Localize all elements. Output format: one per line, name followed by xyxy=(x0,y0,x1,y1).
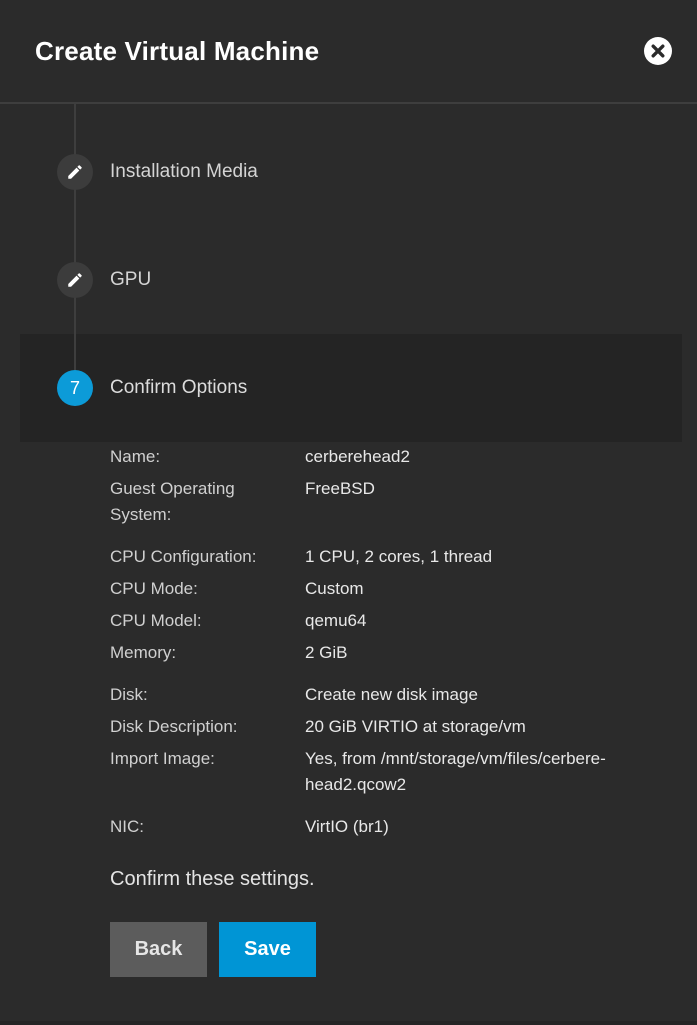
summary-row-guest-operating-system: Guest Operating System: FreeBSD xyxy=(110,476,640,528)
summary-row-import-image: Import Image: Yes, from /mnt/storage/vm/f… xyxy=(110,746,640,798)
summary-label: Guest Operating System: xyxy=(110,476,260,528)
summary-row-disk-description: Disk Description: 20 GiB VIRTIO at storag… xyxy=(110,714,640,740)
summary-value: cerberehead2 xyxy=(305,444,640,470)
summary-label: CPU Configuration: xyxy=(110,544,260,570)
action-buttons: Back Save xyxy=(110,922,640,977)
summary-label: Import Image: xyxy=(110,746,260,798)
summary-label: Name: xyxy=(110,444,260,470)
back-button[interactable]: Back xyxy=(110,922,207,977)
stepper-connector-line xyxy=(74,104,76,370)
summary-value: FreeBSD xyxy=(305,476,640,528)
dialog-header: Create Virtual Machine xyxy=(0,0,697,104)
summary-value: qemu64 xyxy=(305,608,640,634)
summary-row-nic: NIC: VirtIO (br1) xyxy=(110,814,640,840)
stepper-step-gpu[interactable]: GPU xyxy=(0,226,697,334)
summary-section: Name: cerberehead2 Guest Operating System:… xyxy=(110,444,640,528)
summary-row-cpu-mode: CPU Mode: Custom xyxy=(110,576,640,602)
create-vm-dialog: Create Virtual Machine Installation Medi… xyxy=(0,0,697,1025)
summary-section: NIC: VirtIO (br1) xyxy=(110,814,640,840)
close-icon xyxy=(644,37,672,65)
step-number: 7 xyxy=(70,378,80,399)
summary-value: Create new disk image xyxy=(305,682,640,708)
summary-value: 2 GiB xyxy=(305,640,640,666)
close-button[interactable] xyxy=(644,37,672,65)
edit-pencil-icon xyxy=(57,262,93,298)
stepper-step-installation-media[interactable]: Installation Media xyxy=(0,118,697,226)
step-label: GPU xyxy=(110,269,151,291)
summary-value: VirtIO (br1) xyxy=(305,814,640,840)
step-label: Installation Media xyxy=(110,161,258,183)
summary-row-memory: Memory: 2 GiB xyxy=(110,640,640,666)
confirm-options-panel: Name: cerberehead2 Guest Operating System:… xyxy=(0,442,697,977)
summary-label: Disk Description: xyxy=(110,714,260,740)
confirm-settings-text: Confirm these settings. xyxy=(110,868,640,891)
summary-row-disk: Disk: Create new disk image xyxy=(110,682,640,708)
summary-label: Disk: xyxy=(110,682,260,708)
dialog-title: Create Virtual Machine xyxy=(35,36,319,67)
stepper-step-confirm-options[interactable]: 7 Confirm Options xyxy=(20,334,682,442)
summary-value: Yes, from /mnt/storage/vm/files/cerbere-… xyxy=(305,746,640,798)
summary-row-cpu-model: CPU Model: qemu64 xyxy=(110,608,640,634)
summary-section: CPU Configuration: 1 CPU, 2 cores, 1 thre… xyxy=(110,544,640,666)
summary-label: CPU Model: xyxy=(110,608,260,634)
summary-value: 20 GiB VIRTIO at storage/vm xyxy=(305,714,640,740)
save-button[interactable]: Save xyxy=(219,922,316,977)
summary-row-name: Name: cerberehead2 xyxy=(110,444,640,470)
step-number-badge: 7 xyxy=(57,370,93,406)
vm-wizard-stepper: Installation Media GPU 7 Confirm Options xyxy=(0,104,697,442)
summary-value: Custom xyxy=(305,576,640,602)
summary-section: Disk: Create new disk image Disk Descripti… xyxy=(110,682,640,798)
summary-value: 1 CPU, 2 cores, 1 thread xyxy=(305,544,640,570)
step-label: Confirm Options xyxy=(110,377,247,399)
edit-pencil-icon xyxy=(57,154,93,190)
summary-label: CPU Mode: xyxy=(110,576,260,602)
summary-row-cpu-configuration: CPU Configuration: 1 CPU, 2 cores, 1 thre… xyxy=(110,544,640,570)
summary-label: NIC: xyxy=(110,814,260,840)
dialog-bottom-edge xyxy=(0,1021,697,1025)
summary-label: Memory: xyxy=(110,640,260,666)
